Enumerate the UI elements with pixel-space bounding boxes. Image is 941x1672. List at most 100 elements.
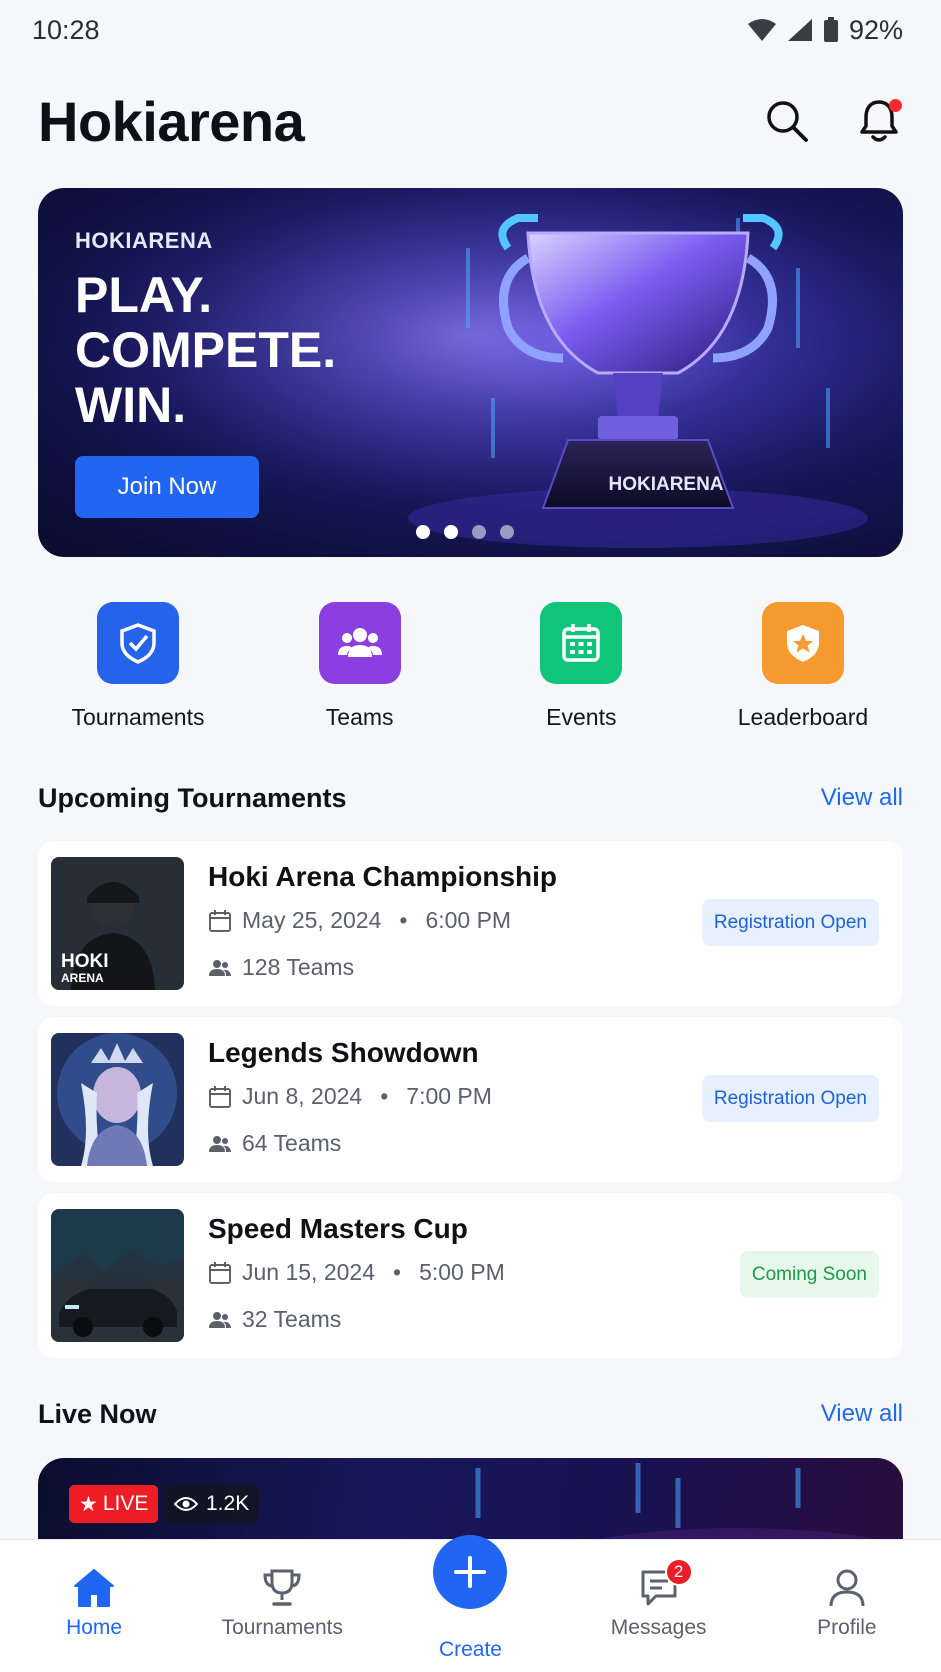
- tournament-date-row: May 25, 2024 • 6:00 PM: [208, 907, 511, 934]
- carousel-dots: [416, 525, 514, 539]
- tournament-time: 5:00 PM: [419, 1259, 505, 1285]
- hero-headline-line: COMPETE.: [75, 322, 337, 378]
- carousel-dot[interactable]: [416, 525, 430, 539]
- hero-kicker: HOKIARENA: [75, 228, 213, 253]
- quick-action-leaderboard[interactable]: Leaderboard: [703, 602, 903, 732]
- separator-dot: •: [393, 1259, 402, 1285]
- section-title: Upcoming Tournaments: [38, 782, 347, 813]
- trophy-icon: [263, 1569, 301, 1606]
- app-header: Hokiarena: [38, 86, 903, 156]
- nav-label: Create: [438, 1638, 502, 1661]
- users-icon: [209, 1135, 231, 1152]
- nav-messages[interactable]: 2 Messages: [565, 1540, 753, 1672]
- carousel-dot[interactable]: [444, 525, 458, 539]
- tournament-date: Jun 8, 2024: [242, 1083, 363, 1109]
- viewer-count: 1.2K: [206, 1492, 250, 1515]
- nav-label: Tournaments: [221, 1616, 343, 1639]
- messages-badge: 2: [664, 1558, 693, 1586]
- plus-icon: [454, 1556, 487, 1588]
- separator-dot: •: [380, 1083, 389, 1109]
- join-now-button[interactable]: Join Now: [75, 456, 259, 518]
- search-icon: [767, 101, 808, 142]
- header-actions: [763, 97, 903, 145]
- live-section-header: Live Now View all: [38, 1394, 903, 1434]
- status-badge: Registration Open: [701, 1075, 879, 1122]
- upcoming-section-header: Upcoming Tournaments View all: [38, 778, 903, 818]
- status-bar: 10:28 92%: [0, 0, 941, 60]
- notification-dot: [889, 99, 902, 112]
- status-badge: Registration Open: [701, 899, 879, 946]
- tournament-time: 6:00 PM: [425, 907, 512, 933]
- quick-action-label: Tournaments: [71, 704, 205, 730]
- tournament-teams: 64 Teams: [242, 1130, 342, 1156]
- search-button[interactable]: [763, 97, 811, 145]
- battery-percent: 92%: [848, 14, 903, 45]
- tournament-card[interactable]: Speed Masters Cup Jun 15, 2024 • 5:00 PM…: [38, 1193, 903, 1358]
- star-icon: ★: [79, 1492, 98, 1516]
- tournament-teams-row: 32 Teams: [208, 1306, 341, 1333]
- live-badge: ★ LIVE: [69, 1485, 159, 1523]
- tournament-date-row: Jun 8, 2024 • 7:00 PM: [208, 1083, 492, 1110]
- thumb-text: HOKI: [61, 951, 109, 972]
- home-icon: [74, 1569, 115, 1607]
- quick-action-tournaments[interactable]: Tournaments: [38, 602, 238, 732]
- quick-action-events[interactable]: Events: [481, 602, 681, 732]
- create-fab-button[interactable]: [433, 1535, 508, 1609]
- bottom-nav: Home Tournaments Create 2 Messages Profi…: [0, 1535, 941, 1672]
- tournament-name: Hoki Arena Championship: [208, 861, 558, 892]
- nav-label: Profile: [817, 1616, 877, 1639]
- hero-banner[interactable]: HOKIARENA HOKIARENA PLAY. COMPETE. WIN. …: [38, 188, 903, 557]
- nav-profile[interactable]: Profile: [753, 1540, 941, 1672]
- nav-tournaments[interactable]: Tournaments: [188, 1540, 376, 1672]
- users-icon: [318, 602, 401, 684]
- tournament-card[interactable]: Legends Showdown Jun 8, 2024 • 7:00 PM 6…: [38, 1017, 903, 1182]
- hero-headline: PLAY. COMPETE. WIN.: [75, 268, 336, 433]
- thumb-text: ARENA: [61, 971, 104, 985]
- tournament-name: Legends Showdown: [208, 1037, 479, 1068]
- tournament-date: Jun 15, 2024: [242, 1259, 376, 1285]
- tournament-thumbnail: [51, 1033, 184, 1166]
- calendar-icon: [209, 1085, 231, 1108]
- eye-icon: [174, 1497, 198, 1511]
- notifications-button[interactable]: [855, 97, 903, 145]
- live-label: LIVE: [102, 1492, 149, 1515]
- tournament-name: Speed Masters Cup: [208, 1213, 468, 1244]
- calendar-icon: [209, 909, 231, 932]
- tournament-teams-row: 128 Teams: [208, 954, 354, 981]
- nav-home[interactable]: Home: [0, 1540, 188, 1672]
- tournament-time: 7:00 PM: [406, 1083, 492, 1109]
- users-icon: [209, 959, 231, 976]
- view-all-link[interactable]: View all: [821, 784, 903, 812]
- nav-label: Home: [66, 1616, 123, 1639]
- view-all-link[interactable]: View all: [821, 1400, 903, 1428]
- carousel-dot[interactable]: [472, 525, 486, 539]
- status-badge: Coming Soon: [739, 1251, 879, 1298]
- nav-create[interactable]: Create: [376, 1535, 564, 1672]
- trophy-plate-text: HOKIARENA: [608, 474, 723, 495]
- app-title: Hokiarena: [38, 89, 305, 153]
- viewer-count-badge: 1.2K: [164, 1485, 260, 1523]
- calendar-icon: [209, 1261, 231, 1284]
- tournament-card[interactable]: HOKI ARENA Hoki Arena Championship May 2…: [38, 841, 903, 1006]
- star-shield-icon: [761, 602, 844, 684]
- user-icon: [829, 1569, 865, 1607]
- separator-dot: •: [399, 907, 408, 933]
- tournament-thumbnail: HOKI ARENA: [51, 857, 184, 990]
- tournament-teams: 32 Teams: [242, 1306, 342, 1332]
- quick-action-label: Teams: [325, 704, 394, 730]
- users-icon: [209, 1311, 231, 1328]
- quick-action-teams[interactable]: Teams: [260, 602, 460, 732]
- section-title: Live Now: [38, 1398, 157, 1429]
- nav-label: Messages: [610, 1616, 707, 1639]
- tournament-thumbnail: [51, 1209, 184, 1342]
- wifi-icon: [747, 19, 776, 41]
- status-time: 10:28: [32, 14, 100, 45]
- calendar-icon: [540, 602, 623, 684]
- tournament-list: HOKI ARENA Hoki Arena Championship May 2…: [38, 841, 903, 1369]
- hero-headline-line: PLAY.: [75, 267, 213, 323]
- shield-icon: [97, 602, 179, 684]
- carousel-dot[interactable]: [500, 525, 514, 539]
- quick-action-label: Leaderboard: [737, 704, 869, 730]
- status-icons: 92%: [747, 15, 903, 46]
- quick-actions: Tournaments Teams Events Leaderboard: [38, 602, 903, 732]
